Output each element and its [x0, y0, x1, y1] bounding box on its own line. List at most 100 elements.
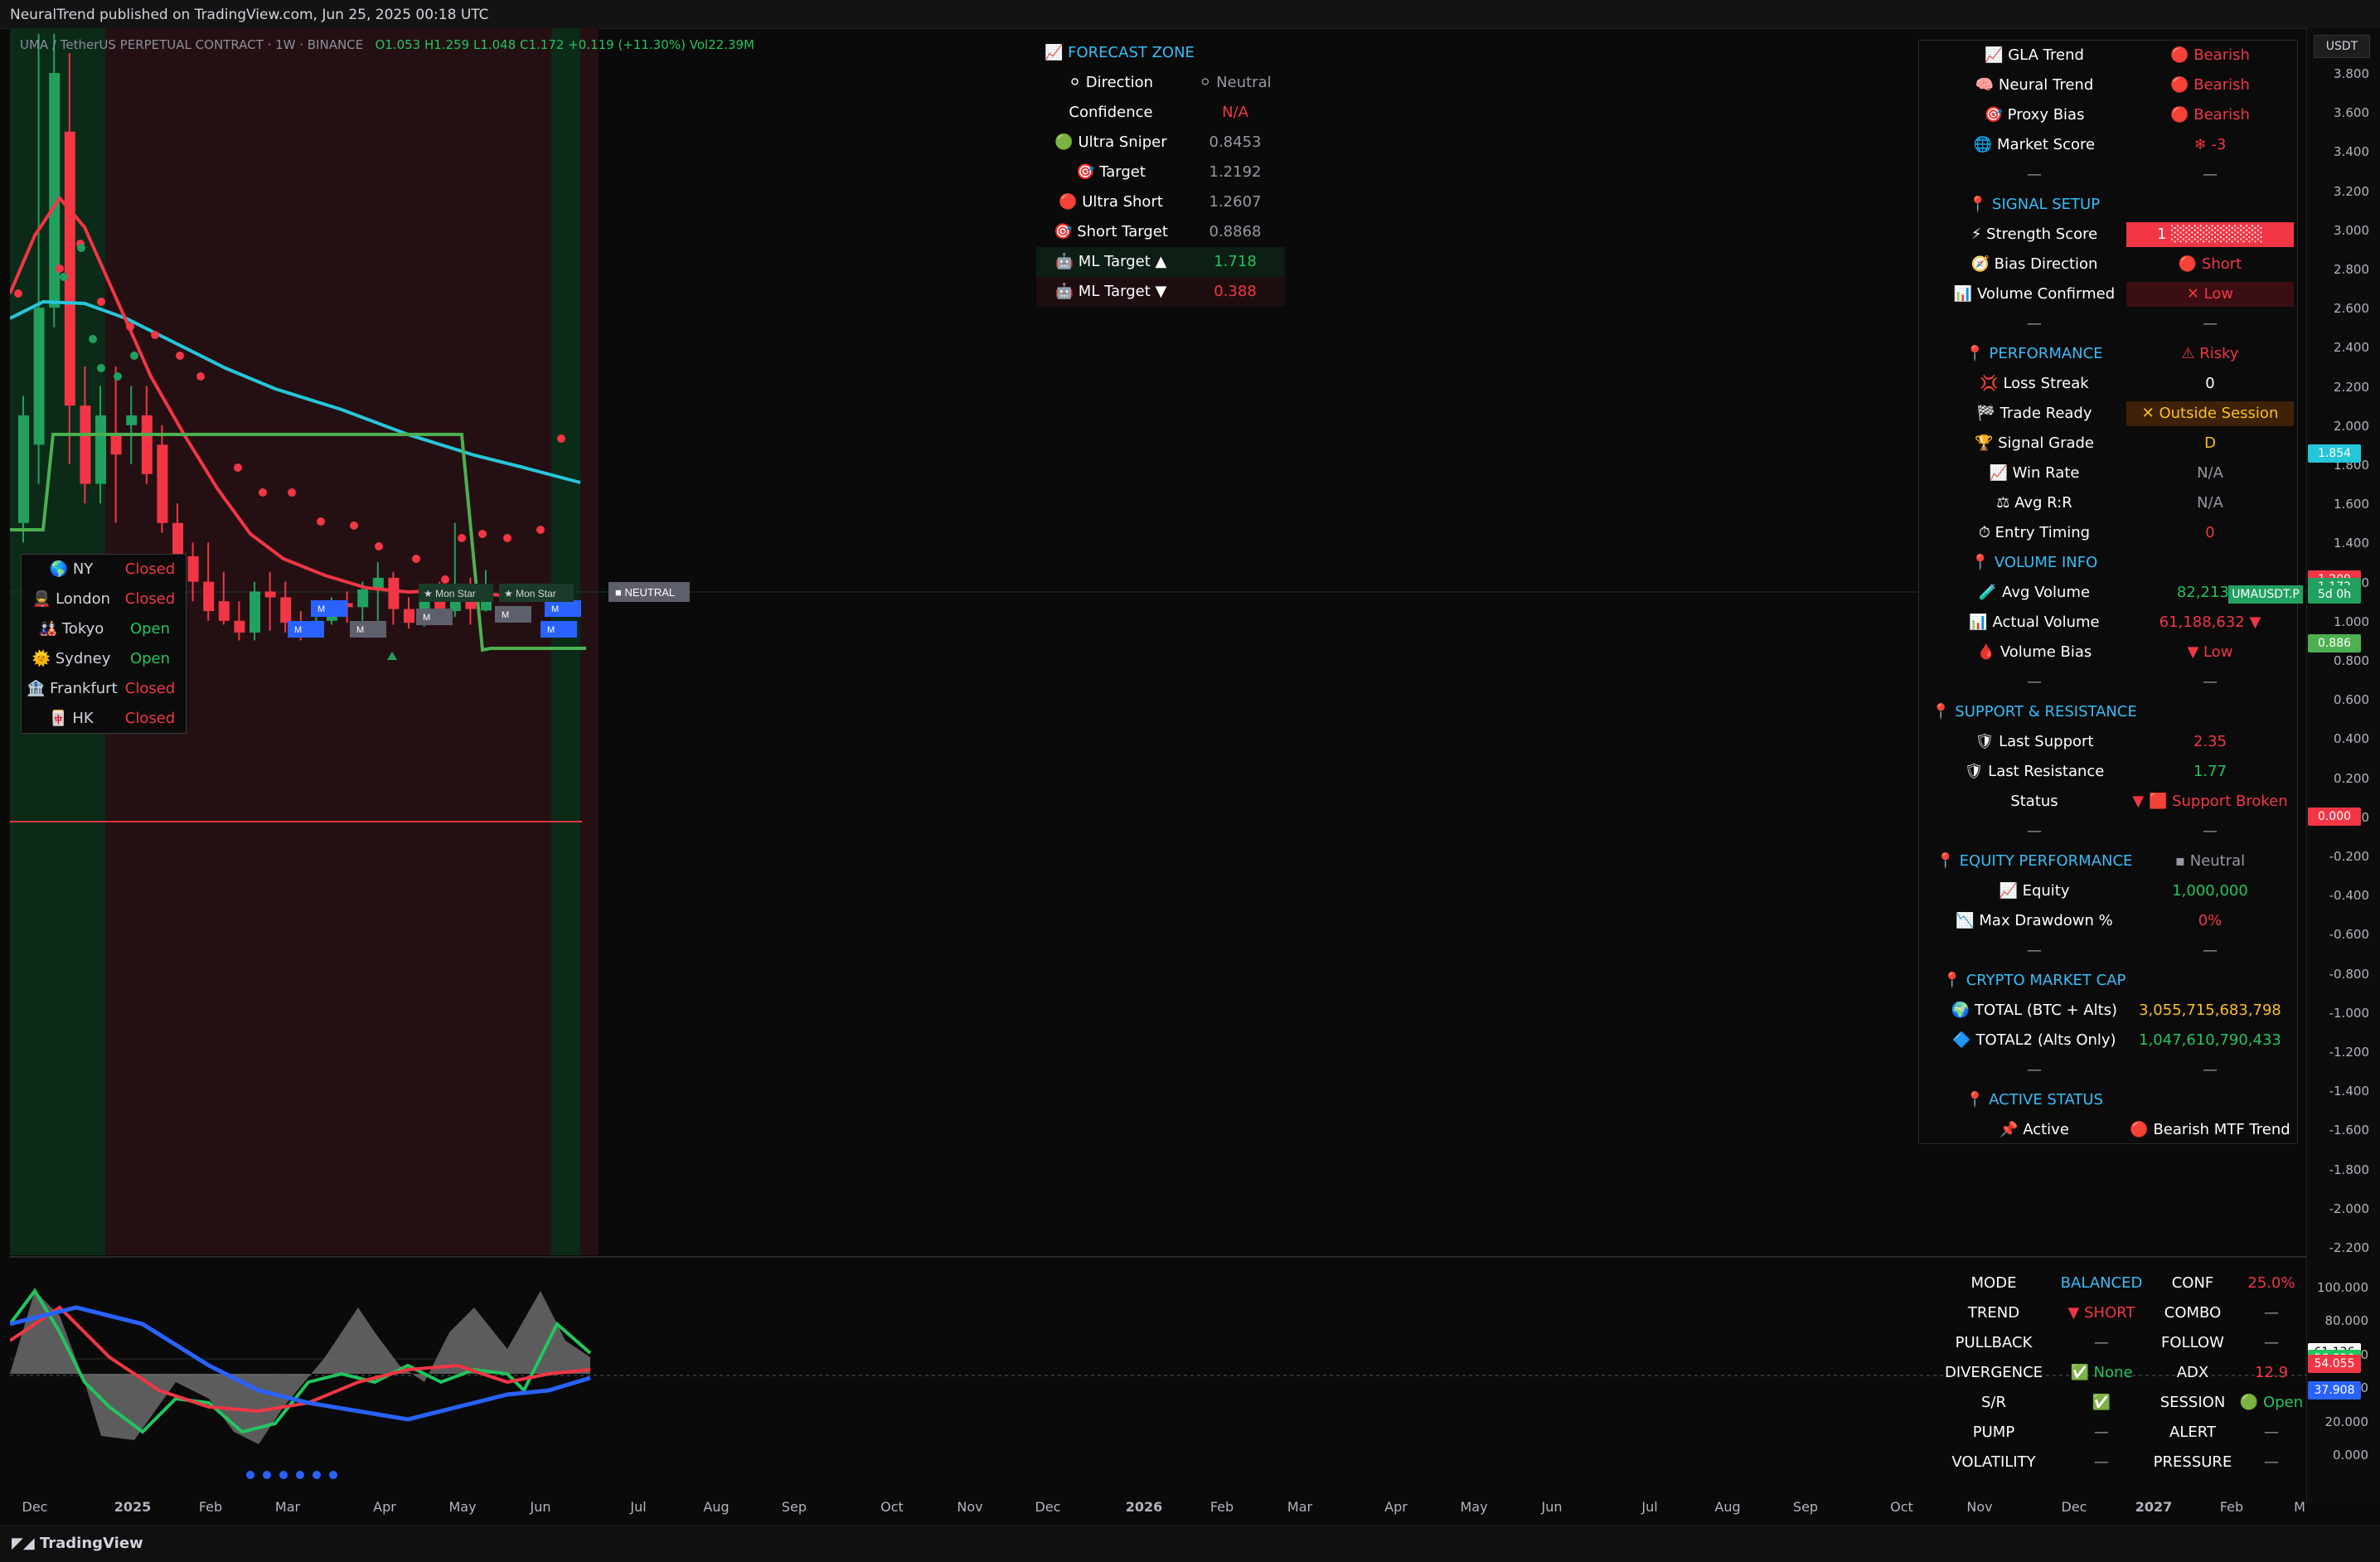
price-tick: 3.400 — [2334, 144, 2369, 160]
candle-body — [203, 581, 215, 611]
time-tick: Nov — [957, 1499, 983, 1515]
price-tick: -0.400 — [2329, 888, 2369, 904]
status-cell: FOLLOW — [2161, 1334, 2224, 1351]
time-tick: M — [2294, 1499, 2305, 1515]
forecast-title-row: 📈 FORECAST ZONE — [1036, 38, 1285, 68]
signal-dot — [288, 488, 296, 497]
osc-tick: 100.000 — [2316, 1280, 2368, 1295]
price-tick: -1.400 — [2329, 1084, 2369, 1099]
osc-tick: 0.000 — [2333, 1448, 2368, 1463]
panel-row: 🌍 TOTAL (BTC + Alts) 3,055,715,683,798 — [1919, 996, 2297, 1026]
panel-label: ⚡ Strength Score — [1970, 226, 2098, 243]
mon-star-label: ★ Mon Star — [504, 588, 556, 599]
candle-body — [264, 591, 276, 598]
forecast-row: 🎯 Target 1.2192 — [1036, 158, 1285, 187]
session-name: 🎎 Tokyo — [38, 620, 104, 638]
time-tick: Feb — [198, 1499, 223, 1515]
status-cell: COMBO — [2164, 1304, 2222, 1322]
panel-value: 1.77 — [2193, 763, 2227, 780]
panel-label: 📊 Actual Volume — [1969, 614, 2100, 631]
time-tick: Aug — [1714, 1499, 1741, 1515]
candle-body — [357, 589, 369, 608]
panel-label: 🌐 Market Score — [1973, 136, 2096, 153]
price-tick: -1.200 — [2329, 1045, 2369, 1060]
price-tick: -0.200 — [2329, 849, 2369, 864]
panel-value: ▪ Neutral — [2174, 852, 2246, 870]
panel-row: 🛡 Last Resistance 1.77 — [1919, 757, 2297, 787]
forecast-row: 🤖 ML Target ▲ 1.718 — [1036, 247, 1285, 277]
forecast-value: 1.2192 — [1209, 163, 1262, 181]
osc-tag: 54.055 — [2308, 1354, 2361, 1373]
signal-dot — [56, 264, 64, 273]
panel-row: 🏆 Signal Grade D — [1919, 429, 2297, 458]
panel-label: ⚖ Avg R:R — [1996, 494, 2072, 512]
symbol-info: UMA / TetherUS PERPETUAL CONTRACT · 1W ·… — [20, 37, 754, 52]
panel-value: 0 — [2205, 524, 2215, 541]
signal-dot — [14, 289, 22, 298]
panel-value: 🔴 Bearish — [2170, 76, 2250, 94]
signal-dot — [441, 575, 449, 584]
panel-label: — — [2027, 942, 2042, 959]
status-cell: — — [2264, 1453, 2279, 1471]
forecast-zone-table: 📈 FORECAST ZONE ⚪ Direction ⚪ Neutral Conf… — [1036, 38, 1285, 312]
panel-row: ⏱ Entry Timing 0 — [1919, 518, 2297, 548]
panel-label: 📍 PERFORMANCE — [1966, 345, 2103, 362]
logo-text: TradingView — [39, 1535, 143, 1552]
panel-row: 📉 Max Drawdown % 0% — [1919, 906, 2297, 936]
signal-box — [545, 600, 581, 617]
candle-body — [388, 577, 400, 609]
panel-row: — — — [1919, 817, 2297, 846]
signal-dot — [151, 331, 159, 339]
forecast-label: ⚪ Direction — [1068, 74, 1154, 91]
price-tick: -1.800 — [2329, 1162, 2369, 1177]
panel-value: 🔴 Bearish MTF Trend — [2130, 1121, 2290, 1138]
time-axis[interactable]: Dec 2025 Feb Mar Apr May Jun Jul Aug Sep Oct Nov Dec… — [10, 1492, 2306, 1521]
panel-label: 📈 Equity — [1999, 882, 2070, 900]
bear-session-band-2 — [580, 28, 599, 1255]
tradingview-logo[interactable]: ◤◢ TradingView — [12, 1535, 143, 1552]
signal-dot — [350, 521, 358, 530]
panel-label: Status — [2010, 793, 2058, 810]
panel-value: 1 ░░░░░░░░ — [2126, 222, 2294, 247]
time-tick: Feb — [1209, 1499, 1234, 1515]
forecast-label: Confidence — [1069, 104, 1153, 121]
price-tick: -0.600 — [2329, 927, 2369, 943]
panel-value: N/A — [2197, 464, 2223, 482]
ticker-tag: UMAUSDT.P — [2228, 585, 2303, 604]
forecast-row: 🎯 Short Target 0.8868 — [1036, 217, 1285, 247]
panel-section-header: 📍 ACTIVE STATUS — [1919, 1085, 2297, 1115]
status-cell: ▼ SHORT — [2067, 1304, 2135, 1322]
price-tick: 2.800 — [2334, 262, 2369, 277]
panel-label: 📍 CRYPTO MARKET CAP — [1942, 972, 2126, 989]
candle-body — [80, 405, 91, 484]
status-cell: BALANCED — [2060, 1274, 2143, 1292]
status-cell: PRESSURE — [2153, 1453, 2232, 1471]
status-cell: ✅ None — [2070, 1364, 2133, 1381]
signal-box — [495, 606, 531, 623]
time-tick: Dec — [22, 1499, 48, 1515]
price-tag: 1.854 — [2308, 444, 2361, 463]
panel-label: 📉 Max Drawdown % — [1956, 912, 2113, 929]
status-cell: 🟢 Open — [2239, 1394, 2304, 1411]
currency-selector[interactable]: USDT — [2314, 35, 2370, 58]
chart-icon: 📈 — [1045, 44, 1064, 61]
time-tick: Aug — [703, 1499, 730, 1515]
time-tick: Jun — [1541, 1499, 1563, 1515]
panel-row: 🎯 Proxy Bias 🔴 Bearish — [1919, 100, 2297, 130]
session-row: 🏦 Frankfurt Closed — [22, 674, 186, 704]
panel-row: 📌 Active 🔴 Bearish MTF Trend — [1919, 1115, 2297, 1145]
pane-divider[interactable] — [10, 1256, 2366, 1258]
panel-label: — — [2027, 1061, 2042, 1079]
price-tick: 0.600 — [2334, 692, 2369, 708]
session-row: 🌎 NY Closed — [22, 555, 186, 585]
bull-dot — [114, 372, 122, 381]
session-name: 🌞 Sydney — [32, 650, 111, 667]
panel-value: ⚠ Risky — [2181, 345, 2239, 362]
candle-body — [95, 415, 106, 484]
status-cell: PUMP — [1972, 1424, 2015, 1441]
panel-value: 0% — [2198, 912, 2222, 929]
mon-star-label: ★ Mon Star — [424, 588, 476, 599]
panel-label: — — [2027, 822, 2042, 840]
candle-body — [141, 415, 153, 474]
forecast-value: 1.718 — [1214, 253, 1257, 270]
